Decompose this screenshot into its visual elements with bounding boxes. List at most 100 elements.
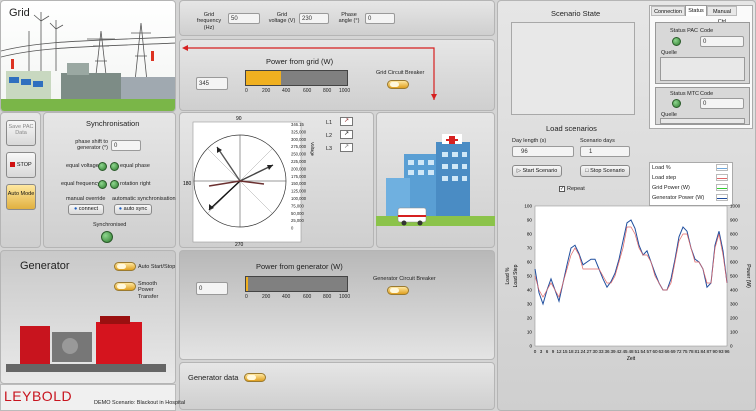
repeat-label: Repeat: [567, 186, 585, 192]
start-scenario-label: Start Scenario: [522, 168, 558, 174]
equal-voltage-led: [98, 162, 107, 171]
phasor-scale-tick: 346.15: [291, 122, 304, 127]
phase-shift-label: phase shift to generator (°): [75, 139, 108, 152]
tab-status[interactable]: Status: [685, 5, 707, 16]
equal-frequency-led: [98, 180, 107, 189]
tab-connection[interactable]: Connection: [651, 6, 685, 16]
generator-machine-illustration-icon: [6, 316, 166, 372]
rotation-right-led: [110, 180, 119, 189]
generator-scale-tick: 400: [282, 294, 291, 300]
power-from-generator-title: Power from generator (W): [256, 262, 343, 271]
pac-source-field: [660, 57, 745, 81]
power-grid-illustration-icon: [1, 12, 175, 111]
y-left-tick-label: 0: [529, 344, 532, 349]
mtc-code-label: Code: [700, 91, 714, 97]
scenario-days-input[interactable]: 1: [580, 146, 630, 157]
generator-scale-tick: 200: [262, 294, 271, 300]
chart-legend-item[interactable]: Load %: [652, 165, 671, 171]
auto-sync-label: auto sync: [123, 206, 148, 212]
auto-sync-icon: ●: [118, 206, 123, 212]
mtc-source-field: [660, 118, 745, 124]
save-pac-data-button[interactable]: Save PAC Data: [6, 120, 36, 146]
phasor-left-tick: 180: [183, 181, 192, 187]
chart-legend-item[interactable]: Load step: [652, 175, 676, 181]
auto-start-toggle[interactable]: [114, 262, 136, 271]
phasor-scale-tick: 125,000: [291, 189, 307, 194]
scenario-caption: DEMO Scenario: Blackout in Hospital: [94, 400, 186, 406]
hospital-illustration-icon: [376, 134, 495, 226]
rotation-right-label: rotation right: [120, 181, 151, 187]
grid-scale-tick: 600: [303, 88, 312, 94]
phasor-scale-tick: 50,000: [291, 211, 304, 216]
generator-data-label: Generator data: [188, 373, 239, 382]
generator-breaker-label: Generator Circuit Breaker: [373, 276, 436, 282]
phase-shift-input[interactable]: 0: [111, 140, 141, 151]
phasor-scale-tick: 175,000: [291, 174, 307, 179]
generator-breaker-toggle[interactable]: [387, 286, 409, 295]
grid-power-bar-fill: [246, 71, 281, 85]
y-left-tick-label: 100: [524, 204, 532, 209]
x-tick-label: 24: [580, 349, 586, 354]
generator-power-display: 0: [196, 282, 228, 295]
phasor-scale-tick: 225,000: [291, 159, 307, 164]
mtc-status-label: Status MTC: [670, 91, 700, 97]
start-scenario-button[interactable]: ▷ Start Scenario: [512, 165, 562, 177]
pac-code-label: Code: [700, 28, 714, 34]
x-tick-label: 30: [592, 349, 598, 354]
x-tick-label: 51: [634, 349, 640, 354]
generator-title: Generator: [20, 260, 70, 272]
equal-frequency-label: equal frequency: [61, 181, 101, 187]
leybold-logo: LEYBOLD: [4, 388, 73, 404]
x-tick-label: 93: [718, 349, 724, 354]
generator-data-panel: [179, 362, 495, 410]
x-tick-label: 18: [568, 349, 574, 354]
grid-breaker-toggle[interactable]: [387, 80, 409, 89]
grid-power-bar: [245, 70, 348, 86]
repeat-checkbox[interactable]: ✓: [559, 186, 565, 192]
generator-data-toggle[interactable]: [244, 373, 266, 382]
x-tick-label: 72: [676, 349, 682, 354]
connect-label: connect: [78, 206, 99, 212]
x-axis-label: Zeit: [627, 356, 636, 362]
legend-l1-swatch[interactable]: ↗: [340, 117, 353, 126]
grid-power-display: 345: [196, 77, 228, 90]
pac-source-label: Quelle: [661, 50, 677, 56]
phase-angle-input[interactable]: 0: [365, 13, 395, 24]
x-tick-label: 48: [628, 349, 634, 354]
scenario-days-label: Scenario days: [580, 138, 615, 144]
pac-status-led: [672, 37, 681, 46]
y-right-tick-label: 500: [730, 274, 738, 279]
legend-l2-label: L2: [326, 133, 333, 139]
day-length-label: Day length (s): [512, 138, 547, 144]
phasor-scale-tick: 150,000: [291, 181, 307, 186]
stop-square-icon: □: [585, 168, 589, 174]
stop-scenario-button[interactable]: □ Stop Scenario: [580, 165, 630, 177]
x-tick-label: 78: [688, 349, 694, 354]
smooth-transfer-toggle[interactable]: [114, 282, 136, 291]
y-left-tick-label: 60: [527, 260, 533, 265]
x-tick-label: 84: [700, 349, 706, 354]
synchronised-led: [101, 231, 113, 243]
stop-scenario-label: Stop Scenario: [590, 168, 625, 174]
tab-manual-ctrl[interactable]: Manual Ctrl: [707, 6, 737, 25]
x-tick-label: 63: [658, 349, 664, 354]
y-left-tick-label: 40: [527, 288, 533, 293]
stop-button[interactable]: STOP: [6, 152, 36, 178]
connect-button[interactable]: ● connect: [68, 204, 104, 215]
y-left-tick-label: 20: [527, 316, 533, 321]
legend-l1-label: L1: [326, 120, 333, 126]
x-tick-label: 57: [646, 349, 652, 354]
day-length-input[interactable]: 96: [512, 146, 574, 157]
legend-l2-swatch[interactable]: ↗: [340, 130, 353, 139]
x-tick-label: 42: [616, 349, 622, 354]
chart-legend-item[interactable]: Grid Power (W): [652, 185, 690, 191]
generator-power-bar-fill: [246, 277, 248, 291]
phasor-scale-tick: 325,000: [291, 129, 307, 134]
grid-voltage-input[interactable]: 230: [299, 13, 329, 24]
grid-frequency-input[interactable]: 50: [228, 13, 260, 24]
auto-mode-button[interactable]: Auto Mode: [6, 184, 36, 210]
manual-override-label: manual override: [66, 196, 106, 202]
x-tick-label: 21: [574, 349, 580, 354]
legend-l3-swatch[interactable]: ↗: [340, 143, 353, 152]
auto-sync-button[interactable]: ● auto sync: [114, 204, 152, 215]
